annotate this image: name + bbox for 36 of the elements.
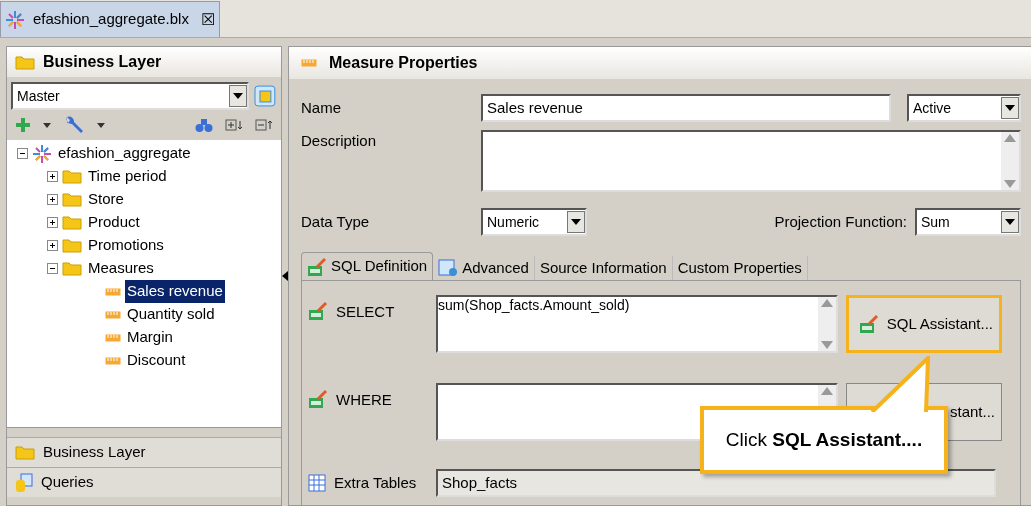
dropdown[interactable]: Master [11,82,250,110]
tree-item[interactable]: Store [86,188,126,211]
tab[interactable]: SQL Definition [301,252,434,280]
sql-assistant-button[interactable]: SQL Assistant... [846,295,1002,353]
tree-item[interactable]: Product [86,211,142,234]
dropdown[interactable]: Sum [915,208,1021,236]
input-field[interactable]: Shop_facts [436,469,996,497]
tree-item[interactable]: Margin [125,326,175,349]
field-label: Name [301,97,342,118]
tree-item[interactable]: efashion_aggregate [56,142,193,165]
tab[interactable]: Source Information [534,256,673,280]
tree-item[interactable]: Measures [86,257,156,280]
field-label: Projection Function: [774,211,907,232]
field-label: SELECT [336,302,395,322]
editor-tab[interactable]: efashion_aggregate.blx ☒ [0,1,220,37]
tree-item[interactable]: Discount [125,349,188,372]
tab[interactable]: Advanced [433,256,535,280]
tree-item[interactable]: Promotions [86,234,166,257]
field-label: Description [301,131,378,151]
tree-item[interactable]: Sales revenue [125,280,225,303]
panel-header: Measure Properties [289,47,1031,79]
tree-item[interactable]: Quantity sold [125,303,217,326]
input-field[interactable]: Sales revenue [481,94,891,122]
tooltip-text: Click SQL Assistant.... [725,427,923,452]
dropdown[interactable]: Numeric [481,208,587,236]
field-label: Data Type [301,211,371,232]
tree-item[interactable]: Time period [86,165,169,188]
dropdown[interactable]: Active [907,94,1021,122]
field-label: WHERE [336,390,392,410]
text-area[interactable]: sum(Shop_facts.Amount_sold) [436,295,838,353]
close-icon[interactable]: ☒ [201,7,215,32]
tab[interactable]: Custom Properties [672,256,808,280]
field-label: Extra Tables [334,472,417,493]
panel-tab[interactable]: Business Layer [7,437,281,467]
panel-header: Business Layer [7,47,281,77]
panel-tab[interactable]: Queries [7,467,281,497]
